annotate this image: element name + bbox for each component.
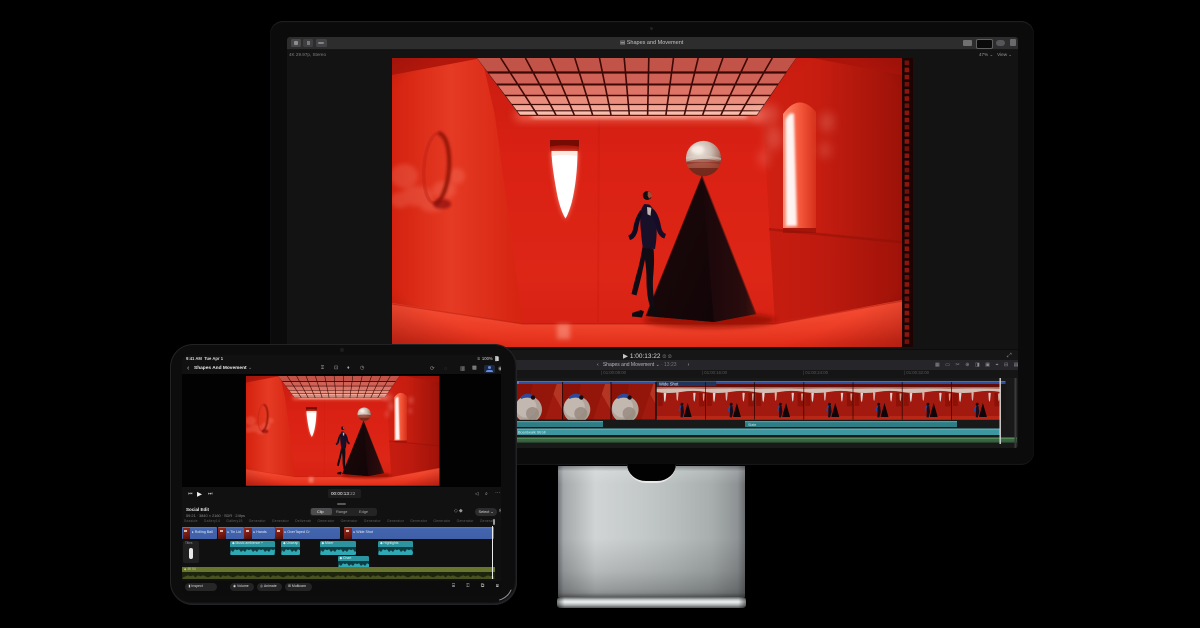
svg-text:Wide Shot: Wide Shot bbox=[659, 381, 679, 386]
svg-text:Boardwalk Stroll: Boardwalk Stroll bbox=[518, 430, 546, 434]
svg-text:Slate: Slate bbox=[748, 422, 756, 426]
